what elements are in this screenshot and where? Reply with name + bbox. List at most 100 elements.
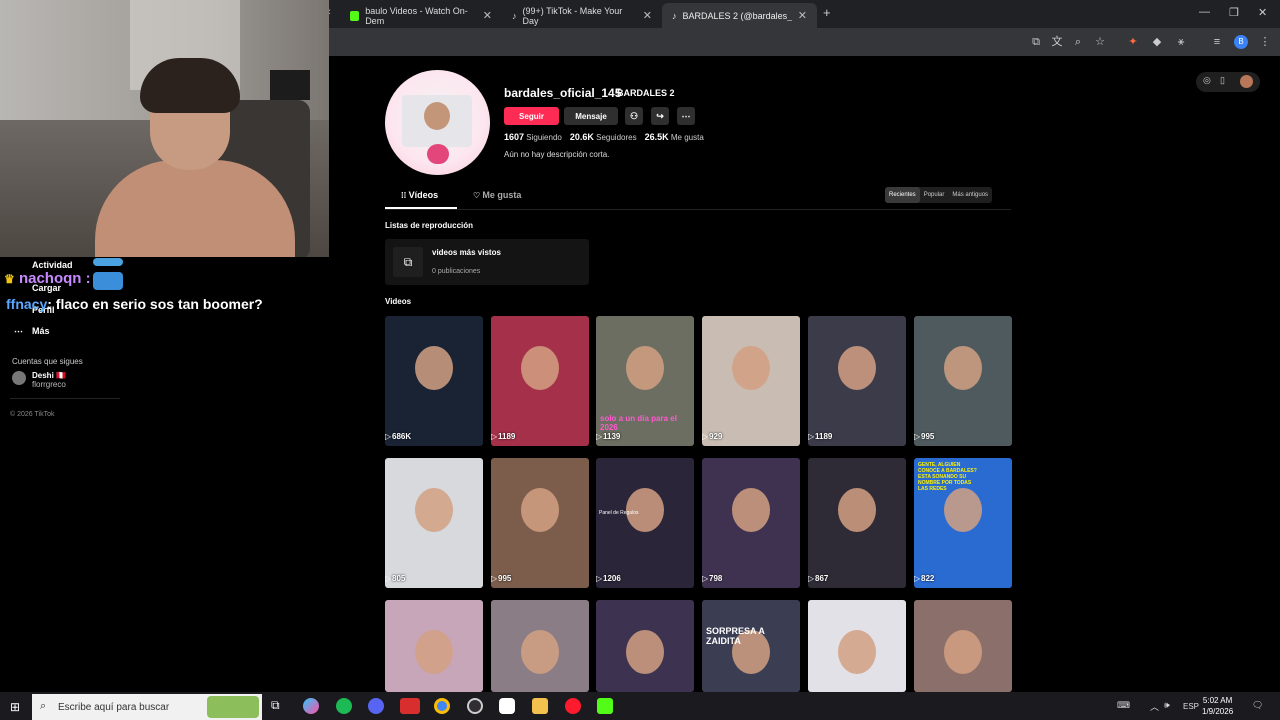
tab-kick[interactable]: baulo Videos - Watch On-Dem ✕ [340,3,502,28]
menu-kebab-icon[interactable]: ⋮ [1258,35,1272,49]
sort-recent[interactable]: Recientes [885,187,920,203]
profile-avatar[interactable] [385,70,490,175]
tab-tiktok[interactable]: ♪ (99+) TikTok - Make Your Day ✕ [502,3,662,28]
video-thumbnail[interactable] [491,600,589,692]
crown-icon: ♛ [4,272,15,286]
emote-strip [93,258,123,266]
thumbnail-face [732,488,770,532]
opera-icon[interactable] [565,698,581,714]
bookmark-star-icon[interactable]: ☆ [1093,35,1107,49]
header-actions: ◎ ▯ [1196,72,1260,92]
sidebar-more-icon[interactable]: ⋯ [14,326,23,337]
follow-button[interactable]: Seguir [504,107,559,125]
phone-icon[interactable]: ▯ [1220,75,1225,86]
sort-toggle: Recientes Popular Más antiguos [885,187,993,203]
video-thumbnail[interactable]: ▷ 1189 [808,316,906,446]
stat-followers[interactable]: 20.6K Seguidores [570,132,637,142]
extension-fox-icon[interactable]: ✦ [1126,35,1140,49]
video-thumbnail[interactable] [914,600,1012,692]
close-icon[interactable]: ✕ [798,9,807,22]
playlist-card[interactable]: ⧉ videos más vistos 0 publicaciones [385,239,589,285]
video-thumbnail[interactable] [808,600,906,692]
close-icon[interactable]: ✕ [643,9,652,22]
avatar[interactable] [1240,75,1253,88]
tiktok-icon: ♪ [512,10,517,21]
media-queue-icon[interactable]: ≡ [1210,35,1224,49]
install-icon[interactable]: ⧉ [1029,35,1043,49]
tray-chevron-icon[interactable]: ︿ [1150,700,1159,713]
video-thumbnail[interactable]: ▷ 867 [808,458,906,588]
video-thumbnail[interactable]: ▷ 995 [914,316,1012,446]
message-button[interactable]: Mensaje [564,107,618,125]
spotify-icon[interactable] [336,698,352,714]
tab-label: (99+) TikTok - Make Your Day [522,5,623,26]
play-icon: ▷ [491,432,498,441]
video-thumbnail[interactable]: SORPRESA A ZAIDITA [702,600,800,692]
extensions-puzzle-icon[interactable]: ⚹ [1174,35,1188,49]
tiktok-icon: ♪ [672,10,677,21]
clock-date: 1/9/2026 [1202,707,1234,716]
zoom-icon[interactable]: ⌕ [1071,35,1085,49]
minimize-icon[interactable]: — [1199,6,1210,18]
tiktok-sidebar [0,257,329,692]
sidebar-item-mas[interactable]: Más [32,326,50,336]
tiktok-app-icon[interactable] [499,698,515,714]
compass-icon[interactable]: ◎ [1203,75,1211,86]
more-options-icon[interactable]: ⋯ [677,107,695,125]
video-view-count: 1189 [498,432,516,441]
kick-app-icon[interactable] [597,698,613,714]
sort-popular[interactable]: Popular [920,187,949,203]
video-thumbnail[interactable]: ▷ 805 [385,458,483,588]
share-icon[interactable]: ↪ [651,107,669,125]
following-account[interactable]: Deshi 🇵🇪 florrgreco [12,371,66,389]
video-thumbnail[interactable] [596,600,694,692]
restore-icon[interactable]: ❐ [1229,6,1239,19]
obs-app-icon[interactable] [400,698,420,714]
task-view-icon[interactable]: ⧉ [271,698,287,714]
stat-following[interactable]: 1607 Siguiendo [504,132,562,142]
video-thumbnail[interactable]: ▷ 822 GENTE, ALGUIEN CONOCE A BARDALES? E… [914,458,1012,588]
new-tab-button[interactable]: + [823,5,831,20]
obs-icon[interactable] [467,698,483,714]
chrome-icon[interactable] [434,698,450,714]
profile-bio: Aún no hay descripción corta. [504,150,610,159]
profile-username: bardales_oficial_145 [504,86,622,100]
notification-icon[interactable]: 🗨 [1252,700,1263,711]
copilot-icon[interactable] [303,698,319,714]
chat-username: nachoqn : [18,270,91,287]
video-caption: solo a un día para el 2026 [600,414,677,432]
video-thumbnail[interactable]: ▷ 929 [702,316,800,446]
video-thumbnail[interactable]: ▷ 686K [385,316,483,446]
profile-avatar-icon[interactable]: B [1234,35,1248,49]
close-window-icon[interactable]: ✕ [1258,6,1267,19]
taskbar-clock[interactable]: 5:02 AM 1/9/2026 [1202,695,1233,717]
play-icon: ▷ [491,574,498,583]
discord-icon[interactable] [368,698,384,714]
video-thumbnail[interactable]: ▷ 1139 solo a un día para el 2026 [596,316,694,446]
file-explorer-icon[interactable] [532,698,548,714]
sidebar-item-actividad[interactable]: Actividad [32,260,73,270]
video-thumbnail[interactable]: ▷ 995 [491,458,589,588]
video-thumbnail[interactable]: ▷ 1189 [491,316,589,446]
add-friend-icon[interactable]: ⚇ [625,107,643,125]
webcam-monitor [270,70,310,100]
tab-bardales[interactable]: ♪ BARDALES 2 (@bardales_oficial ✕ [662,3,817,28]
windows-start-icon[interactable]: ⊞ [10,700,20,714]
video-thumbnail[interactable]: ▷ 1206 Panel de Regalos [596,458,694,588]
video-thumbnail[interactable] [385,600,483,692]
close-icon[interactable]: ✕ [483,9,492,22]
volume-icon[interactable]: 🕪 [1164,700,1170,711]
heart-icon [427,144,449,164]
tab-likes[interactable]: ♡ Me gusta [473,190,521,200]
tab-videos[interactable]: ⁞⁞ Vídeos [401,190,438,200]
language-indicator[interactable]: ESP [1183,702,1199,711]
keyboard-icon[interactable]: ⌨ [1117,700,1130,711]
extension-shield-icon[interactable]: ◆ [1150,35,1164,49]
taskbar-search[interactable]: ⌕ Escribe aquí para buscar [32,694,262,720]
play-icon: ▷ [808,574,815,583]
stat-likes: 26.5K Me gusta [644,132,704,142]
translate-icon[interactable]: 文 [1050,35,1064,49]
sort-oldest[interactable]: Más antiguos [948,187,992,203]
thumbnail-face [415,630,453,674]
video-thumbnail[interactable]: ▷ 798 [702,458,800,588]
